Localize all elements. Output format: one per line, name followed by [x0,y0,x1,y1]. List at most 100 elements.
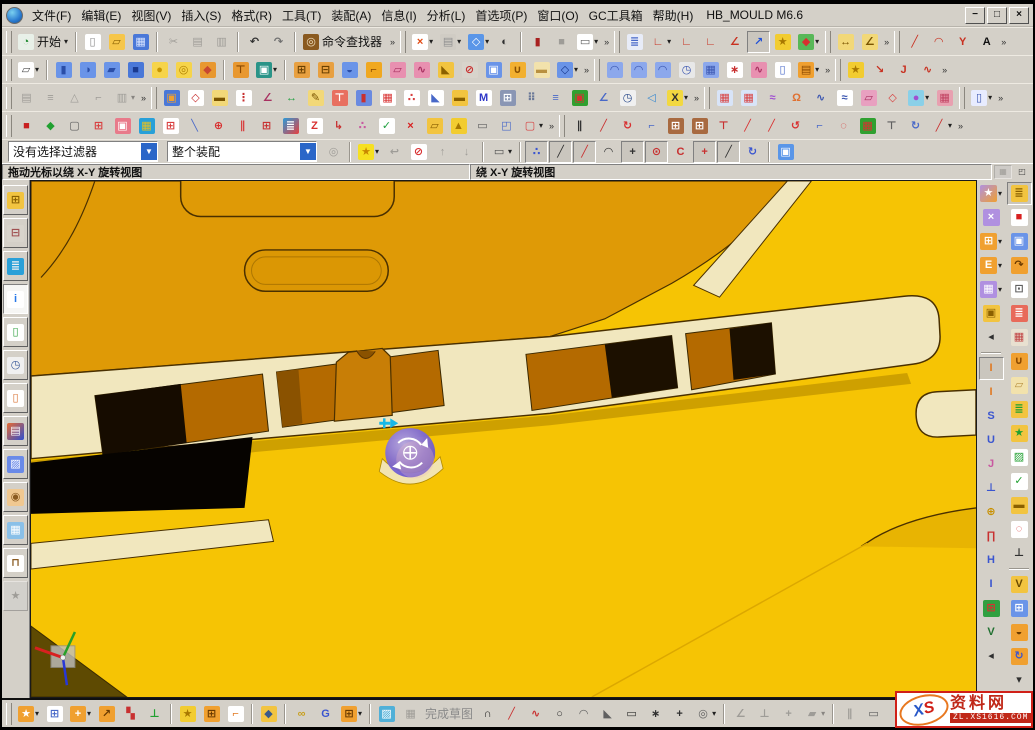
wave-analysis-button[interactable]: ≈ [833,87,856,109]
overflow-chevron[interactable]: » [692,93,701,103]
part-list-button[interactable]: ≣ [623,31,646,53]
cavity-layout-button[interactable]: ▦▾ [979,278,1004,301]
arc-tool-button[interactable]: ◠ [927,31,950,53]
command-finder-button[interactable]: ◎命令查找器 [300,31,387,53]
green-diamond-button[interactable]: ◆ [39,115,62,137]
pin-box-button[interactable]: ▣ [1007,230,1032,253]
toolbar-grip[interactable] [151,87,157,109]
more-below-button[interactable]: ▾ [1007,669,1032,692]
history-clock-button[interactable]: ◷ [3,350,28,380]
calculator-button[interactable]: ⊞ [496,87,519,109]
toolbar-grip[interactable] [6,31,12,53]
offset-curve-button[interactable]: ◎▾ [692,703,719,725]
wire-boxes-button[interactable]: ⊞ [43,703,66,725]
box-cross-2-button[interactable]: ⊞ [159,115,182,137]
menu-item[interactable]: 首选项(P) [470,6,532,25]
start-button[interactable]: ◔开始▾ [15,31,71,53]
find-component-button[interactable]: ★▾ [15,703,42,725]
slab-pair-button[interactable]: ▱ [1007,374,1032,397]
orient-view-button[interactable]: ↗ [747,31,770,53]
rgb-cube-button[interactable]: ▣ [568,87,591,109]
subtract-button[interactable]: ⊟ [314,59,337,81]
internet-browser-button[interactable]: i [3,284,28,314]
channel-button[interactable]: U [979,429,1004,452]
sketch-style-button[interactable]: ▨ [375,703,398,725]
find-component-dropdown-arrow[interactable]: ▾ [35,709,39,718]
background-color-dropdown-arrow[interactable]: ▾ [594,37,598,46]
work-bench-button[interactable]: ⊓ [3,548,28,578]
book-pin-dropdown-arrow[interactable]: ▾ [988,93,992,102]
constraint-more-dropdown-arrow[interactable]: ▾ [821,709,825,718]
line-tool-button[interactable]: ╱ [903,31,926,53]
bounded-plane-button[interactable]: ▯ [771,59,794,81]
hex-body-button[interactable]: ◇▾ [554,59,581,81]
patch-body-button[interactable]: ▣ [482,59,505,81]
menu-item[interactable]: 窗口(O) [532,6,583,25]
reflection-analysis-button[interactable]: ≈ [761,87,784,109]
scatter-box-button[interactable]: ∴ [351,115,374,137]
sketch-fillet-button[interactable]: ◠ [572,703,595,725]
trim-body-button[interactable]: ▱ [386,59,409,81]
exploded-view-button[interactable]: ◆ [257,703,280,725]
transform-lines-button[interactable]: ∥ [568,115,591,137]
check-sheet-button[interactable]: ✓ [375,115,398,137]
window-check-button[interactable]: ✓ [1007,470,1032,493]
boolean-button[interactable]: ▣▾ [253,59,280,81]
gold-keys-button[interactable]: ★ [1007,422,1032,445]
assembly-navigator-button[interactable]: ⊞ [3,185,28,215]
initialize-project-button[interactable]: ★▾ [979,182,1004,205]
thermo-box-button[interactable]: ⊤ [328,87,351,109]
blue-boxes-button[interactable]: ⊞ [1007,597,1032,620]
materials-button[interactable]: ▨ [3,449,28,479]
swept-button[interactable]: ◠ [651,59,674,81]
sketch-circle-button[interactable]: ○ [548,703,571,725]
snap-control-button[interactable]: ◠ [597,141,620,163]
menu-item[interactable]: GC工具箱 [584,6,648,25]
mirror-assembly-button[interactable]: ▚ [119,703,142,725]
box-cross-1-button[interactable]: ⊞ [87,115,110,137]
roles-button[interactable]: ◉ [3,482,28,512]
key-tool-button[interactable]: ★ [771,31,794,53]
overflow-chevron[interactable]: » [602,37,611,47]
m-tool-button[interactable]: M [472,87,495,109]
folder-gold-button[interactable]: ▱ [423,115,446,137]
datum-csys-button[interactable]: ∟▾ [647,31,674,53]
overflow-chevron[interactable]: » [547,121,556,131]
boolean-dropdown-arrow[interactable]: ▾ [273,65,277,74]
dashed-stamp-button[interactable]: ◌ [1007,518,1032,541]
extrude-button[interactable]: ▮ [52,59,75,81]
red-cube-box-button[interactable]: ■ [1007,206,1032,229]
rotate-cw-button[interactable]: ↻ [616,115,639,137]
beam-button[interactable]: I [979,573,1004,596]
grid-slab-button[interactable]: ▦ [933,87,956,109]
shell-button[interactable]: ◒ [338,59,361,81]
toolbar-grip[interactable] [594,59,600,81]
shrinkage-button[interactable]: ⊞▾ [979,230,1004,253]
background-color-button[interactable]: ▭▾ [574,31,601,53]
thicken-dropdown-arrow[interactable]: ▾ [815,65,819,74]
corner-block-button[interactable]: ◣ [434,59,457,81]
status-dots-button[interactable]: ∴ [400,87,423,109]
new-parent-button[interactable]: ⌐ [224,703,247,725]
rotate-blue-button[interactable]: ↻ [904,115,927,137]
snap-rotate-button[interactable]: ↻ [741,141,764,163]
model-canvas[interactable] [31,181,976,697]
thicken-button[interactable]: ▤▾ [795,59,822,81]
offset-curve-dropdown-arrow[interactable]: ▾ [712,709,716,718]
selection-mode-button[interactable]: ×▾ [409,31,436,53]
corner-sheet-button[interactable]: ◰ [495,115,518,137]
rotate-box-button[interactable]: ↺ [784,115,807,137]
object-info-button[interactable]: ▣ [160,87,183,109]
menu-item[interactable]: 信息(I) [376,6,421,25]
sketch-point-button[interactable]: + [668,703,691,725]
snap-center-button[interactable]: ⊙ [645,141,668,163]
crosshair-button[interactable]: ⊕ [207,115,230,137]
overflow-chevron[interactable]: » [582,65,591,75]
workpiece-button[interactable]: E▾ [979,254,1004,277]
layer-stack-button[interactable]: ≣ [279,115,302,137]
overflow-chevron[interactable]: » [823,65,832,75]
point-list-button[interactable]: ⋮ [232,87,255,109]
clock-tool-button[interactable]: ◷ [616,87,639,109]
hidden-box-button[interactable]: ▭ [862,703,885,725]
draft-check-button[interactable]: ✎ [304,87,327,109]
